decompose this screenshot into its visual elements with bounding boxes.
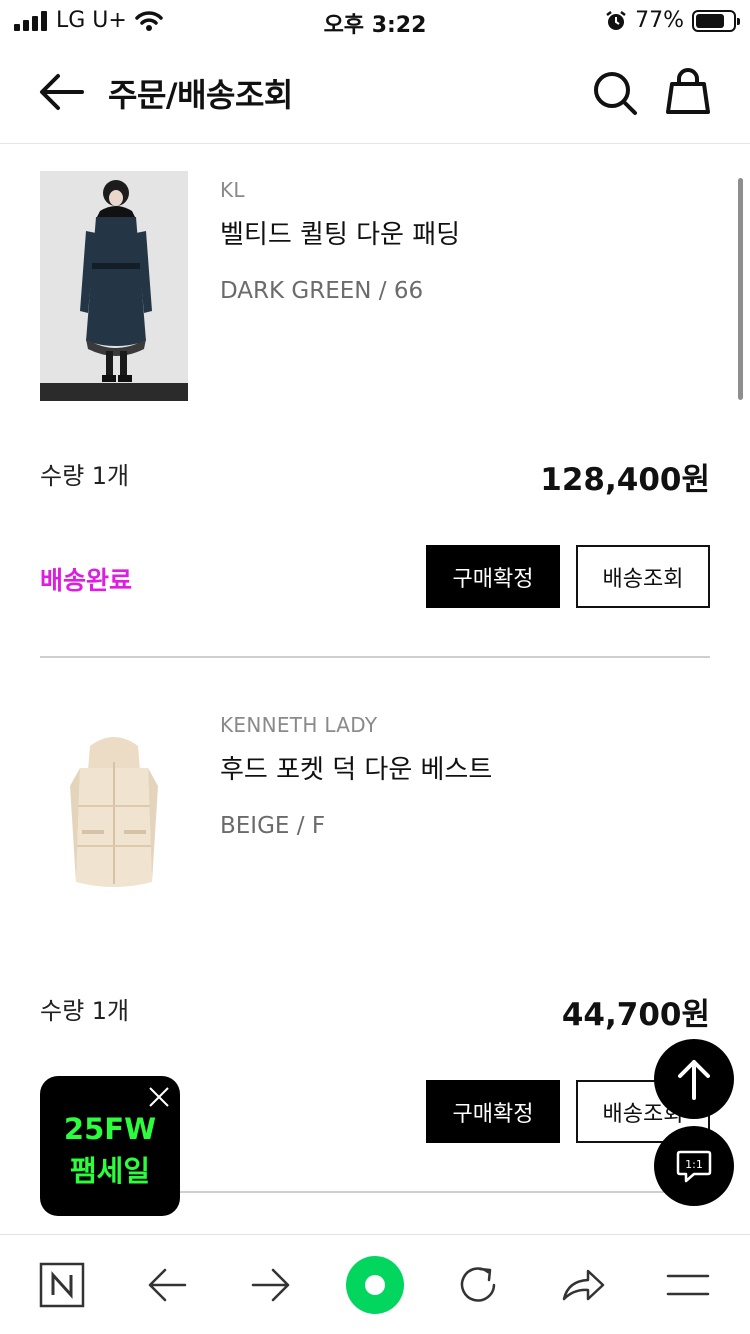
refresh-button[interactable] bbox=[450, 1257, 506, 1313]
shopping-bag-icon bbox=[666, 68, 710, 114]
product-option: BEIGE / F bbox=[220, 813, 326, 839]
scroll-top-button[interactable] bbox=[654, 1039, 734, 1119]
search-icon bbox=[594, 72, 637, 115]
browser-forward-button[interactable] bbox=[243, 1257, 299, 1313]
product-image-padding[interactable] bbox=[40, 171, 188, 401]
battery-level bbox=[696, 13, 724, 28]
browser-toolbar bbox=[0, 1234, 750, 1334]
back-arrow-icon bbox=[148, 1268, 187, 1302]
naver-icon bbox=[39, 1262, 85, 1308]
arrow-up-icon bbox=[678, 1060, 710, 1100]
menu-button[interactable] bbox=[660, 1257, 716, 1313]
browser-back-button[interactable] bbox=[139, 1257, 195, 1313]
search-button[interactable] bbox=[592, 70, 638, 116]
track-delivery-button[interactable]: 배송조회 bbox=[576, 545, 710, 608]
price: 128,400원 bbox=[540, 462, 710, 498]
order-list: KL 벨티드 퀼팅 다운 패딩 DARK GREEN / 66 수량 1개 12… bbox=[0, 144, 750, 1214]
delivery-status: 배송완료 bbox=[40, 566, 133, 595]
menu-icon bbox=[666, 1274, 710, 1296]
battery-icon bbox=[692, 9, 740, 32]
promo-banner[interactable]: 25FW 팸세일 bbox=[40, 1076, 180, 1216]
divider bbox=[40, 656, 710, 658]
product-brand: KL bbox=[220, 178, 245, 202]
scrollbar[interactable] bbox=[738, 178, 743, 400]
forward-arrow-icon bbox=[251, 1268, 290, 1302]
naver-button[interactable] bbox=[34, 1257, 90, 1313]
product-name[interactable]: 후드 포켓 덕 다운 베스트 bbox=[220, 749, 492, 786]
product-photo-vest bbox=[40, 706, 188, 936]
share-button[interactable] bbox=[555, 1257, 611, 1313]
confirm-purchase-button[interactable]: 구매확정 bbox=[426, 545, 560, 608]
app-header: 주문/배송조회 bbox=[0, 42, 750, 144]
quantity: 수량 1개 bbox=[40, 462, 130, 490]
product-option: DARK GREEN / 66 bbox=[220, 278, 424, 304]
arrow-left-icon bbox=[40, 74, 84, 110]
chat-label: 1:1 bbox=[685, 1158, 703, 1171]
confirm-purchase-button[interactable]: 구매확정 bbox=[426, 1080, 560, 1143]
quantity: 수량 1개 bbox=[40, 997, 130, 1025]
share-icon bbox=[562, 1269, 605, 1301]
close-icon[interactable] bbox=[148, 1086, 170, 1108]
price: 44,700원 bbox=[561, 997, 710, 1033]
product-image-vest[interactable] bbox=[40, 706, 188, 936]
chat-1on1-icon: 1:1 bbox=[676, 1150, 712, 1183]
cart-button[interactable] bbox=[665, 68, 711, 116]
order-item: KL 벨티드 퀼팅 다운 패딩 DARK GREEN / 66 수량 1개 12… bbox=[0, 144, 750, 679]
promo-title: 25FW bbox=[63, 1112, 157, 1146]
product-name[interactable]: 벨티드 퀼팅 다운 패딩 bbox=[220, 214, 460, 251]
product-photo-coat bbox=[40, 171, 188, 401]
page-title: 주문/배송조회 bbox=[108, 76, 293, 114]
status-bar: LG U+ 오후 3:22 77% bbox=[0, 0, 750, 42]
home-button[interactable] bbox=[343, 1253, 407, 1317]
refresh-icon bbox=[460, 1267, 496, 1302]
product-brand: KENNETH LADY bbox=[220, 713, 378, 737]
promo-subtitle: 팸세일 bbox=[69, 1154, 151, 1188]
battery-percent: 77% bbox=[635, 8, 684, 33]
back-button[interactable] bbox=[38, 72, 84, 112]
alarm-icon bbox=[606, 10, 626, 30]
chat-button[interactable]: 1:1 bbox=[654, 1126, 734, 1206]
status-right: 77% bbox=[605, 8, 740, 33]
home-circle-icon bbox=[346, 1256, 404, 1314]
